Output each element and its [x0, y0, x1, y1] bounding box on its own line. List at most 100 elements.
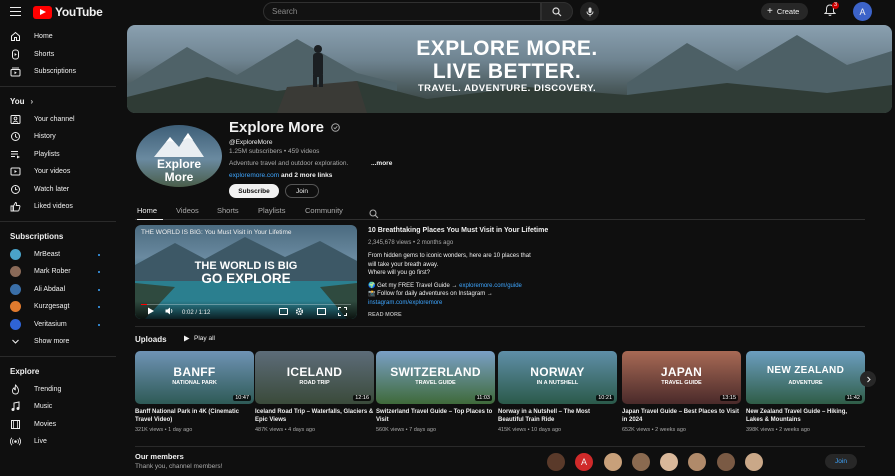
plus-icon: +: [767, 5, 773, 17]
search-button[interactable]: [541, 2, 573, 21]
menu-icon[interactable]: [10, 7, 21, 16]
sidebar-item-live[interactable]: Live: [0, 433, 120, 451]
member-avatar[interactable]: [547, 453, 565, 471]
search-input[interactable]: Search: [263, 2, 541, 21]
verified-icon: [331, 123, 341, 132]
notification-badge: 3: [832, 2, 840, 9]
channel-avatar-large: Explore More: [136, 125, 222, 187]
volume-icon[interactable]: [165, 307, 174, 315]
featured-video-title[interactable]: 10 Breathtaking Places You Must Visit in…: [368, 227, 548, 234]
tab-shorts[interactable]: Shorts: [217, 206, 245, 220]
sidebar-sub-kurzgesagt[interactable]: Kurzgesagt: [0, 298, 120, 316]
tab-videos[interactable]: Videos: [176, 206, 204, 220]
guide-link[interactable]: exploremore.com/guide: [459, 283, 522, 289]
channel-search-button[interactable]: [369, 206, 381, 219]
instagram-link[interactable]: instagram.com/exploremore: [368, 299, 531, 308]
video-card[interactable]: NEW ZEALAND ADVENTURE 11:42 New Zealand …: [746, 351, 865, 433]
video-title[interactable]: Switzerland Travel Guide – Top Places to…: [376, 408, 495, 424]
channel-link[interactable]: exploremore.com: [229, 172, 279, 179]
member-avatar[interactable]: [632, 453, 650, 471]
banner-title-line2: LIVE BETTER.: [432, 60, 582, 83]
member-avatar[interactable]: [745, 453, 763, 471]
video-thumbnail[interactable]: NORWAY IN A NUTSHELL 10:21: [498, 351, 617, 404]
sidebar-item-home[interactable]: Home: [0, 28, 120, 46]
channel-banner: EXPLORE MORE. LIVE BETTER. TRAVEL. ADVEN…: [127, 25, 892, 113]
desc-line: will take your breath away.: [368, 261, 439, 268]
fullscreen-icon[interactable]: [338, 307, 347, 316]
member-avatar[interactable]: [660, 453, 678, 471]
video-card[interactable]: ICELAND ROAD TRIP 12:16 Iceland Road Tri…: [255, 351, 374, 433]
video-card[interactable]: NORWAY IN A NUTSHELL 10:21 Norway in a N…: [498, 351, 617, 433]
progress-bar[interactable]: [141, 303, 351, 305]
video-meta: 321K views • 1 day ago: [135, 427, 193, 433]
uploads-heading[interactable]: Uploads: [135, 335, 167, 344]
tab-community[interactable]: Community: [305, 206, 349, 220]
show-more-button[interactable]: Show more: [0, 333, 120, 351]
member-avatar[interactable]: [688, 453, 706, 471]
section-divider: [135, 326, 865, 327]
sidebar-item-your-channel[interactable]: Your channel: [0, 111, 120, 129]
sidebar-item-label: Kurzgesagt: [34, 303, 70, 311]
tab-home[interactable]: Home: [137, 206, 163, 220]
video-title[interactable]: New Zealand Travel Guide – Hiking, Lakes…: [746, 408, 865, 424]
video-thumbnail[interactable]: NEW ZEALAND ADVENTURE 11:42: [746, 351, 865, 404]
description-more-link[interactable]: ...more: [371, 160, 392, 167]
member-avatar[interactable]: [717, 453, 735, 471]
play-icon[interactable]: [147, 307, 155, 315]
video-thumbnail[interactable]: BANFF NATIONAL PARK 10:47: [135, 351, 254, 404]
sidebar-item-movies[interactable]: Movies: [0, 416, 120, 434]
create-button[interactable]: + Create: [761, 3, 809, 20]
video-card[interactable]: SWITZERLAND TRAVEL GUIDE 11:03 Switzerla…: [376, 351, 495, 433]
sidebar-sub-ali-abdaal[interactable]: Ali Abdaal: [0, 281, 120, 299]
sidebar-item-subscriptions[interactable]: Subscriptions: [0, 63, 120, 81]
play-all-button[interactable]: Play all: [183, 335, 215, 342]
account-avatar[interactable]: A: [853, 2, 872, 21]
video-title[interactable]: Banff National Park in 4K (Cinematic Tra…: [135, 408, 254, 424]
video-thumbnail[interactable]: ICELAND ROAD TRIP 12:16: [255, 351, 374, 404]
sidebar-item-watch-later[interactable]: Watch later: [0, 181, 120, 199]
video-card[interactable]: BANFF NATIONAL PARK 10:47 Banff National…: [135, 351, 254, 433]
miniplayer-icon[interactable]: [317, 308, 326, 315]
sidebar-item-your-videos[interactable]: Your videos: [0, 163, 120, 181]
section-divider: [135, 446, 865, 447]
top-bar: YouTube Search + Create 3 A: [0, 0, 895, 24]
sidebar-item-label: Watch later: [34, 185, 70, 193]
featured-video-description: From hidden gems to iconic wonders, here…: [368, 252, 531, 307]
members-heading: Our members: [135, 452, 184, 461]
video-thumbnail[interactable]: SWITZERLAND TRAVEL GUIDE 11:03: [376, 351, 495, 404]
you-section-heading[interactable]: You ›: [0, 93, 120, 111]
video-title[interactable]: Iceland Road Trip – Waterfalls, Glaciers…: [255, 408, 374, 424]
voice-search-button[interactable]: [580, 2, 599, 21]
members-join-button[interactable]: Join: [825, 454, 857, 469]
sidebar-sub-mrbeast[interactable]: MrBeast: [0, 246, 120, 264]
member-avatar[interactable]: A: [575, 453, 593, 471]
subscribe-button[interactable]: Subscribe: [229, 184, 279, 198]
video-title[interactable]: Norway in a Nutshell – The Most Beautifu…: [498, 408, 617, 424]
sidebar-sub-veritasium[interactable]: Veritasium: [0, 316, 120, 334]
channel-links[interactable]: exploremore.com and 2 more links: [229, 172, 332, 179]
sidebar-item-label: Veritasium: [34, 320, 67, 328]
next-arrow-button[interactable]: [860, 371, 876, 387]
sidebar-item-history[interactable]: History: [0, 128, 120, 146]
sidebar-item-shorts[interactable]: Shorts: [0, 46, 120, 64]
video-thumbnail[interactable]: JAPAN TRAVEL GUIDE 13:15: [622, 351, 741, 404]
member-avatar[interactable]: [604, 453, 622, 471]
youtube-logo[interactable]: YouTube: [33, 5, 103, 19]
captions-icon[interactable]: [279, 308, 288, 315]
channel-description[interactable]: Adventure travel and outdoor exploration…: [229, 160, 348, 167]
featured-video-player[interactable]: THE WORLD IS BIG: You Must Visit in Your…: [135, 225, 357, 319]
notifications-button[interactable]: 3: [823, 2, 840, 20]
sidebar-item-trending[interactable]: Trending: [0, 381, 120, 399]
play-all-label: Play all: [194, 335, 215, 342]
sidebar-item-liked-videos[interactable]: Liked videos: [0, 198, 120, 216]
sidebar-sub-mark-rober[interactable]: Mark Rober: [0, 263, 120, 281]
read-more-link[interactable]: READ MORE: [368, 312, 402, 318]
video-card[interactable]: JAPAN TRAVEL GUIDE 13:15 Japan Travel Gu…: [622, 351, 741, 433]
tab-playlists[interactable]: Playlists: [258, 206, 292, 220]
video-title[interactable]: Japan Travel Guide – Best Places to Visi…: [622, 408, 741, 424]
sidebar-item-music[interactable]: Music: [0, 398, 120, 416]
settings-gear-icon[interactable]: [295, 307, 304, 316]
sidebar-item-playlists[interactable]: Playlists: [0, 146, 120, 164]
desc-line-guide: 🌍 Get my FREE Travel Guide → exploremore…: [368, 282, 531, 291]
join-button[interactable]: Join: [285, 184, 319, 198]
